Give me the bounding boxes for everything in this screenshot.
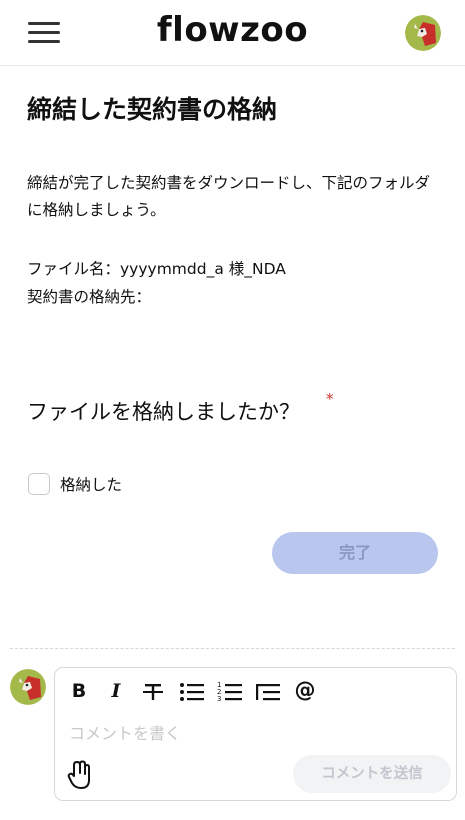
send-comment-button[interactable]: コメントを送信 xyxy=(293,755,451,793)
svg-text:3: 3 xyxy=(217,695,221,703)
app-logo: flowzoo xyxy=(156,10,309,50)
done-button[interactable]: 完了 xyxy=(272,532,438,574)
strikethrough-icon[interactable] xyxy=(141,680,165,704)
question-label: ファイルを格納しましたか？ xyxy=(27,400,300,424)
comment-input[interactable] xyxy=(69,720,439,746)
task-description: 締結が完了した契約書をダウンロードし、下記のフォルダに格納しましょう。 xyxy=(27,174,431,219)
checkbox-label[interactable]: 格納した xyxy=(60,473,122,495)
app-header: flowzoo xyxy=(0,0,465,66)
comment-editor: B I 1 2 3 @ コメントを書く コメントを送信 xyxy=(54,667,457,801)
bullet-list-icon[interactable] xyxy=(179,680,205,704)
italic-icon[interactable]: I xyxy=(107,680,125,704)
page-title: 締結した契約書の格納 xyxy=(27,95,278,124)
storage-location-text: 契約書の格納先： xyxy=(27,288,152,306)
stored-checkbox[interactable] xyxy=(28,473,50,495)
commenter-avatar-icon xyxy=(10,669,46,705)
required-mark: * xyxy=(326,390,334,408)
user-avatar-icon[interactable] xyxy=(405,15,441,51)
bold-icon[interactable]: B xyxy=(69,680,89,704)
indent-icon[interactable] xyxy=(255,680,281,704)
mention-icon[interactable]: @ xyxy=(292,678,318,702)
numbered-list-icon[interactable]: 1 2 3 xyxy=(217,680,243,704)
attachment-icon[interactable] xyxy=(67,760,93,790)
file-name-text: ファイル名：yyyymmdd_a 様_NDA xyxy=(27,260,286,278)
divider xyxy=(10,648,455,649)
